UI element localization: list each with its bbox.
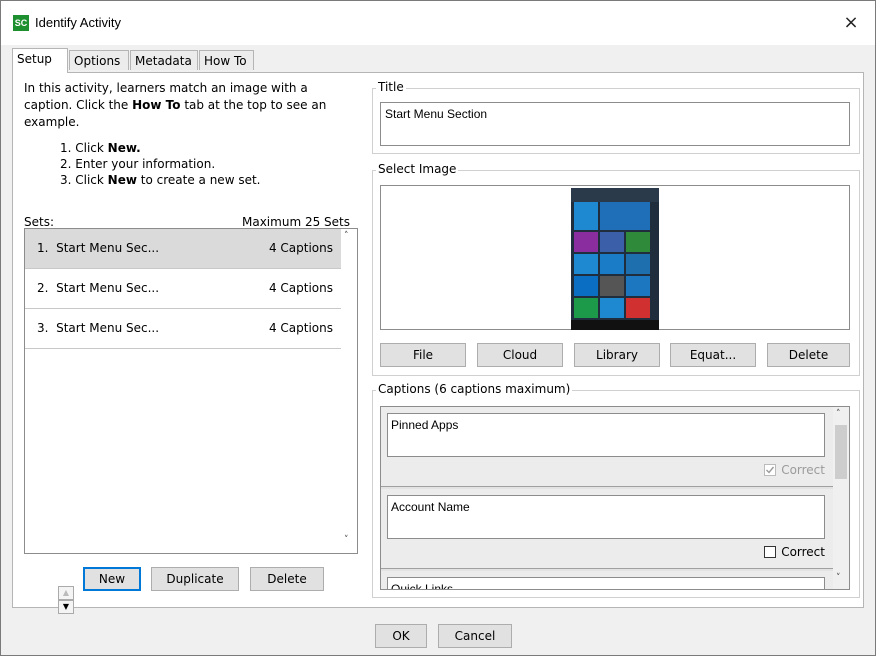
preview-tile [600, 202, 650, 230]
preview-header [571, 188, 659, 202]
caption-input[interactable]: Pinned Apps [387, 413, 825, 457]
scroll-up-icon[interactable]: ˄ [836, 409, 841, 419]
set-index: 2. [37, 281, 49, 295]
preview-tile [600, 254, 624, 274]
set-title: Start Menu Sec... [56, 241, 160, 255]
list-item[interactable]: 3. Start Menu Sec... 4 Captions [25, 309, 341, 349]
list-item: Quick Links [381, 571, 833, 589]
set-caption-count: 4 Captions [268, 281, 333, 295]
delete-image-button[interactable]: Delete [767, 343, 850, 367]
set-name: 1. Start Menu Sec... [37, 241, 159, 255]
preview-tile [626, 276, 650, 296]
instructions-text: In this activity, learners match an imag… [24, 80, 364, 131]
window-title: Identify Activity [35, 15, 121, 30]
instructions-line: example. [24, 115, 80, 129]
equation-button[interactable]: Equat... [670, 343, 756, 367]
step-text: 1. Click [60, 141, 108, 155]
checkmark-icon [764, 464, 777, 476]
move-up-icon[interactable]: ▲ [58, 586, 74, 600]
caption-input[interactable]: Quick Links [387, 577, 825, 589]
set-index: 3. [37, 321, 49, 335]
title-bar: SC Identify Activity × [1, 1, 875, 45]
preview-tile [574, 298, 598, 318]
tab-options[interactable]: Options [69, 50, 129, 70]
set-title: Start Menu Sec... [56, 321, 160, 335]
step-2: 2. Enter your information. [60, 157, 216, 171]
captions-group-label: Captions (6 captions maximum) [376, 382, 573, 396]
scroll-down-icon[interactable]: ˅ [836, 573, 841, 583]
cloud-button[interactable]: Cloud [477, 343, 563, 367]
new-set-button[interactable]: New [83, 567, 141, 591]
title-group-label: Title [376, 80, 406, 94]
step-text: 3. Click [60, 173, 108, 187]
instructions-line: caption. Click the How To tab at the top… [24, 97, 364, 114]
max-sets-label: Maximum 25 Sets [242, 215, 350, 229]
ok-button[interactable]: OK [375, 624, 427, 648]
captions-scrollbar[interactable]: ˄ ˅ [833, 407, 849, 589]
file-button[interactable]: File [380, 343, 466, 367]
duplicate-set-button[interactable]: Duplicate [151, 567, 239, 591]
preview-tile [600, 276, 624, 296]
preview-tile [574, 254, 598, 274]
preview-tile [574, 202, 598, 230]
set-index: 1. [37, 241, 49, 255]
checkbox-icon [764, 546, 777, 558]
delete-set-button[interactable]: Delete [250, 567, 324, 591]
image-preview [571, 188, 659, 330]
caption-input[interactable]: Account Name [387, 495, 825, 539]
cancel-button[interactable]: Cancel [438, 624, 512, 648]
scroll-down-icon[interactable]: ˅ [344, 535, 349, 545]
set-caption-count: 4 Captions [268, 321, 333, 335]
instructions-line: In this activity, learners match an imag… [24, 81, 308, 95]
list-item[interactable]: 2. Start Menu Sec... 4 Captions [25, 269, 341, 309]
preview-tile [626, 232, 650, 252]
close-icon[interactable]: × [837, 9, 865, 37]
title-input[interactable]: Start Menu Section [380, 102, 850, 146]
tab-setup[interactable]: Setup [12, 48, 68, 73]
step-bold: New. [107, 141, 141, 155]
step-text: to create a new set. [136, 173, 261, 187]
sets-scrollbar[interactable]: ˄ ˅ [341, 229, 357, 553]
correct-label: Correct [781, 463, 825, 477]
tab-metadata[interactable]: Metadata [130, 50, 198, 70]
preview-tile [600, 298, 624, 318]
set-name: 3. Start Menu Sec... [37, 321, 159, 335]
preview-tile [574, 276, 598, 296]
app-logo-icon: SC [13, 15, 29, 31]
sets-list[interactable]: 1. Start Menu Sec... 4 Captions 2. Start… [24, 228, 358, 554]
list-item: Pinned Apps Correct [381, 407, 833, 487]
correct-checkbox[interactable]: Correct [764, 545, 825, 559]
step-3: 3. Click New to create a new set. [60, 172, 260, 188]
set-title: Start Menu Sec... [56, 281, 160, 295]
list-item: Account Name Correct [381, 489, 833, 569]
set-caption-count: 4 Captions [268, 241, 333, 255]
library-button[interactable]: Library [574, 343, 660, 367]
preview-tile [574, 232, 598, 252]
preview-tile [600, 232, 624, 252]
step-1: 1. Click New. [60, 140, 260, 156]
preview-taskbar [571, 320, 659, 330]
preview-tile [626, 254, 650, 274]
scroll-thumb[interactable] [835, 425, 847, 479]
step-bold: New [107, 173, 137, 187]
preview-tile [626, 298, 650, 318]
correct-label: Correct [781, 545, 825, 559]
instructions-steps: 1. Click New. 2. Enter your information.… [60, 140, 260, 188]
move-down-icon[interactable]: ▼ [58, 600, 74, 614]
select-image-label: Select Image [376, 162, 459, 176]
instructions-bold: How To [132, 98, 181, 112]
scroll-up-icon[interactable]: ˄ [344, 231, 349, 241]
sets-label: Sets: [24, 215, 54, 229]
instructions-fragment: caption. Click the [24, 98, 133, 112]
tab-how-to[interactable]: How To [199, 50, 254, 70]
captions-list[interactable]: Pinned Apps Correct Account Name Correct… [380, 406, 850, 590]
correct-checkbox[interactable]: Correct [764, 463, 825, 477]
set-name: 2. Start Menu Sec... [37, 281, 159, 295]
list-item[interactable]: 1. Start Menu Sec... 4 Captions [25, 229, 341, 269]
instructions-fragment: tab at the top to see an [180, 98, 327, 112]
